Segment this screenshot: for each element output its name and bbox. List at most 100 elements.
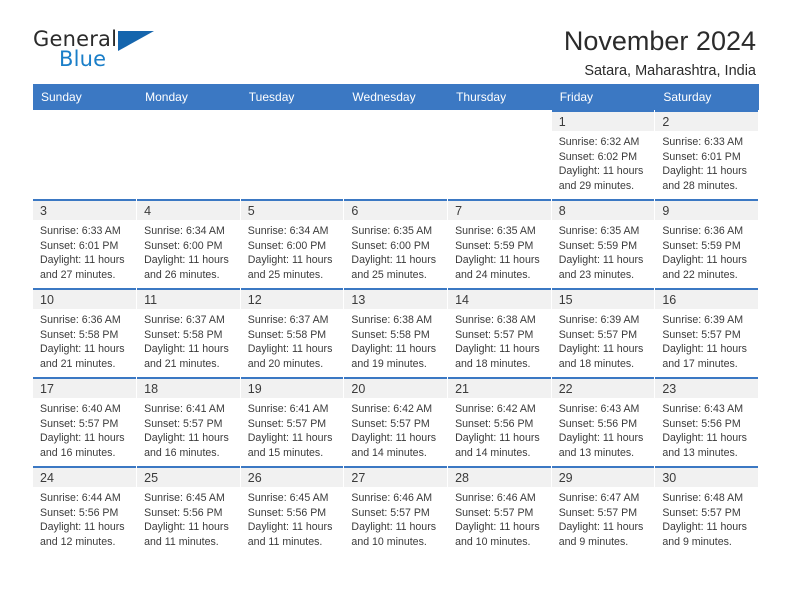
calendar-day-cell[interactable]: 17 Sunrise: 6:40 AM Sunset: 5:57 PM Dayligh… xyxy=(33,377,138,466)
day-number-band: 11 xyxy=(137,290,240,309)
calendar-week-row: 3 Sunrise: 6:33 AM Sunset: 6:01 PM Daylight… xyxy=(33,199,759,288)
day-details: Sunrise: 6:39 AM Sunset: 5:57 PM Daylight:… xyxy=(552,309,655,371)
sunset-time: Sunset: 5:57 PM xyxy=(455,506,534,519)
sunrise-time: Sunrise: 6:39 AM xyxy=(662,314,744,326)
calendar-day-cell[interactable]: 29 Sunrise: 6:47 AM Sunset: 5:57 PM Dayligh… xyxy=(551,466,656,555)
day-number-band: 27 xyxy=(344,468,448,487)
daylight-duration-line1: Daylight: 11 hours xyxy=(247,254,333,267)
sunset-time: Sunset: 5:57 PM xyxy=(558,506,638,519)
calendar-day-cell[interactable]: 28 Sunrise: 6:46 AM Sunset: 5:57 PM Dayligh… xyxy=(447,466,552,555)
calendar-day-cell[interactable]: 6 Sunrise: 6:35 AM Sunset: 6:00 PM Daylight… xyxy=(343,199,449,288)
day-number-band xyxy=(137,112,240,131)
calendar-day-cell[interactable]: 11 Sunrise: 6:37 AM Sunset: 5:58 PM Dayligh… xyxy=(136,288,241,377)
day-number-band: 5 xyxy=(240,201,344,220)
day-number: 3 xyxy=(40,204,47,218)
daylight-duration-line1: Daylight: 11 hours xyxy=(558,432,644,445)
sunset-time: Sunset: 5:59 PM xyxy=(662,239,741,252)
daylight-duration-line2: and 13 minutes. xyxy=(662,446,738,459)
calendar-day-cell[interactable]: 5 Sunrise: 6:34 AM Sunset: 6:00 PM Daylight… xyxy=(240,199,345,288)
sunrise-time: Sunrise: 6:34 AM xyxy=(247,225,329,237)
day-cell-5: 5 Sunrise: 6:34 AM Sunset: 6:00 PM Daylight… xyxy=(240,199,344,288)
day-number: 2 xyxy=(662,115,670,129)
title-block: November 2024 Satara, Maharashtra, India xyxy=(563,26,759,80)
general-blue-logo[interactable]: General Blue xyxy=(33,27,163,75)
day-number: 4 xyxy=(144,204,152,218)
calendar-day-cell[interactable]: 20 Sunrise: 6:42 AM Sunset: 5:57 PM Dayligh… xyxy=(343,377,449,466)
day-cell-21: 21 Sunrise: 6:42 AM Sunset: 5:56 PM Dayligh… xyxy=(448,377,551,466)
calendar-day-cell[interactable]: 22 Sunrise: 6:43 AM Sunset: 5:56 PM Dayligh… xyxy=(551,377,656,466)
day-details: Sunrise: 6:33 AM Sunset: 6:01 PM Daylight:… xyxy=(655,131,758,193)
calendar-day-cell[interactable]: 21 Sunrise: 6:42 AM Sunset: 5:56 PM Dayligh… xyxy=(447,377,552,466)
day-number: 1 xyxy=(558,115,566,129)
calendar-day-cell[interactable]: 25 Sunrise: 6:45 AM Sunset: 5:56 PM Dayligh… xyxy=(136,466,241,555)
sunrise-time: Sunrise: 6:42 AM xyxy=(455,403,536,415)
day-details: Sunrise: 6:32 AM Sunset: 6:02 PM Daylight:… xyxy=(552,131,655,193)
calendar-day-cell[interactable]: 9 Sunrise: 6:36 AM Sunset: 5:59 PM Daylight… xyxy=(654,199,759,288)
calendar-day-cell[interactable]: 13 Sunrise: 6:38 AM Sunset: 5:58 PM Dayligh… xyxy=(343,288,449,377)
daylight-duration-line1: Daylight: 11 hours xyxy=(455,343,540,356)
sunrise-time: Sunrise: 6:45 AM xyxy=(247,492,329,504)
day-details: Sunrise: 6:46 AM Sunset: 5:57 PM Daylight:… xyxy=(448,487,551,549)
day-cell-6: 6 Sunrise: 6:35 AM Sunset: 6:00 PM Daylight… xyxy=(344,199,448,288)
weekday-header-saturday: Saturday xyxy=(654,84,759,110)
day-number: 8 xyxy=(558,204,566,218)
daylight-duration-line1: Daylight: 11 hours xyxy=(351,343,437,356)
day-details: Sunrise: 6:42 AM Sunset: 5:57 PM Daylight:… xyxy=(344,398,447,460)
calendar-day-cell xyxy=(240,110,345,199)
daylight-duration-line1: Daylight: 11 hours xyxy=(144,254,229,267)
calendar-day-cell[interactable]: 2 Sunrise: 6:33 AM Sunset: 6:01 PM Daylight… xyxy=(654,110,759,199)
calendar-day-cell[interactable]: 30 Sunrise: 6:48 AM Sunset: 5:57 PM Dayligh… xyxy=(654,466,759,555)
calendar-day-cell[interactable]: 27 Sunrise: 6:46 AM Sunset: 5:57 PM Dayligh… xyxy=(343,466,449,555)
day-number: 21 xyxy=(455,382,469,396)
day-number: 30 xyxy=(662,471,677,485)
sunset-time: Sunset: 5:58 PM xyxy=(144,328,223,341)
calendar-day-cell[interactable]: 24 Sunrise: 6:44 AM Sunset: 5:56 PM Dayligh… xyxy=(33,466,138,555)
calendar-day-cell[interactable]: 3 Sunrise: 6:33 AM Sunset: 6:01 PM Daylight… xyxy=(33,199,138,288)
day-number-band: 19 xyxy=(240,379,344,398)
calendar-day-cell[interactable]: 23 Sunrise: 6:43 AM Sunset: 5:56 PM Dayligh… xyxy=(654,377,759,466)
calendar-day-cell[interactable]: 16 Sunrise: 6:39 AM Sunset: 5:57 PM Dayligh… xyxy=(654,288,759,377)
day-details: Sunrise: 6:37 AM Sunset: 5:58 PM Daylight:… xyxy=(241,309,344,371)
day-cell-18: 18 Sunrise: 6:41 AM Sunset: 5:57 PM Dayligh… xyxy=(137,377,240,466)
page-title: November 2024 xyxy=(563,26,756,56)
daylight-duration-line2: and 20 minutes. xyxy=(247,357,324,370)
day-number: 25 xyxy=(144,471,159,485)
calendar-day-cell[interactable]: 18 Sunrise: 6:41 AM Sunset: 5:57 PM Dayligh… xyxy=(136,377,241,466)
daylight-duration-line2: and 11 minutes. xyxy=(144,535,219,548)
daylight-duration-line1: Daylight: 11 hours xyxy=(662,432,747,445)
calendar-day-cell[interactable]: 1 Sunrise: 6:32 AM Sunset: 6:02 PM Daylight… xyxy=(551,110,656,199)
day-cell-empty xyxy=(240,110,344,199)
day-details: Sunrise: 6:39 AM Sunset: 5:57 PM Daylight:… xyxy=(655,309,758,371)
calendar-day-cell[interactable]: 12 Sunrise: 6:37 AM Sunset: 5:58 PM Dayligh… xyxy=(240,288,345,377)
calendar-day-cell[interactable]: 4 Sunrise: 6:34 AM Sunset: 6:00 PM Daylight… xyxy=(136,199,241,288)
day-number: 5 xyxy=(247,204,255,218)
daylight-duration-line2: and 25 minutes. xyxy=(247,268,324,281)
calendar-day-cell[interactable]: 14 Sunrise: 6:38 AM Sunset: 5:57 PM Dayligh… xyxy=(447,288,552,377)
calendar-day-cell[interactable]: 7 Sunrise: 6:35 AM Sunset: 5:59 PM Daylight… xyxy=(447,199,552,288)
daylight-duration-line2: and 19 minutes. xyxy=(351,357,427,370)
day-number-band: 9 xyxy=(655,201,758,220)
day-details: Sunrise: 6:44 AM Sunset: 5:56 PM Daylight:… xyxy=(33,487,136,549)
calendar-day-cell[interactable]: 10 Sunrise: 6:36 AM Sunset: 5:58 PM Dayligh… xyxy=(33,288,138,377)
calendar-week-row: 10 Sunrise: 6:36 AM Sunset: 5:58 PM Dayligh… xyxy=(33,288,759,377)
calendar-day-cell[interactable]: 19 Sunrise: 6:41 AM Sunset: 5:57 PM Dayligh… xyxy=(240,377,345,466)
daylight-duration-line2: and 15 minutes. xyxy=(247,446,324,459)
sunrise-time: Sunrise: 6:36 AM xyxy=(40,314,121,326)
calendar-day-cell[interactable]: 8 Sunrise: 6:35 AM Sunset: 5:59 PM Daylight… xyxy=(551,199,656,288)
daylight-duration-line2: and 21 minutes. xyxy=(144,357,220,370)
day-number: 17 xyxy=(40,382,54,396)
sunset-time: Sunset: 5:57 PM xyxy=(662,328,741,341)
day-cell-11: 11 Sunrise: 6:37 AM Sunset: 5:58 PM Dayligh… xyxy=(137,288,240,377)
daylight-duration-line2: and 18 minutes. xyxy=(455,357,531,370)
page-subtitle: Satara, Maharashtra, India xyxy=(584,63,756,80)
calendar-day-cell xyxy=(343,110,449,199)
sunrise-time: Sunrise: 6:46 AM xyxy=(351,492,433,504)
sunset-time: Sunset: 5:57 PM xyxy=(40,417,119,430)
calendar-day-cell[interactable]: 26 Sunrise: 6:45 AM Sunset: 5:56 PM Dayligh… xyxy=(240,466,345,555)
sunrise-time: Sunrise: 6:46 AM xyxy=(455,492,536,504)
daylight-duration-line2: and 9 minutes. xyxy=(558,535,629,548)
calendar-day-cell[interactable]: 15 Sunrise: 6:39 AM Sunset: 5:57 PM Dayligh… xyxy=(551,288,656,377)
day-cell-4: 4 Sunrise: 6:34 AM Sunset: 6:00 PM Daylight… xyxy=(137,199,240,288)
weekday-header-friday: Friday xyxy=(551,84,656,110)
day-details: Sunrise: 6:43 AM Sunset: 5:56 PM Daylight:… xyxy=(552,398,655,460)
